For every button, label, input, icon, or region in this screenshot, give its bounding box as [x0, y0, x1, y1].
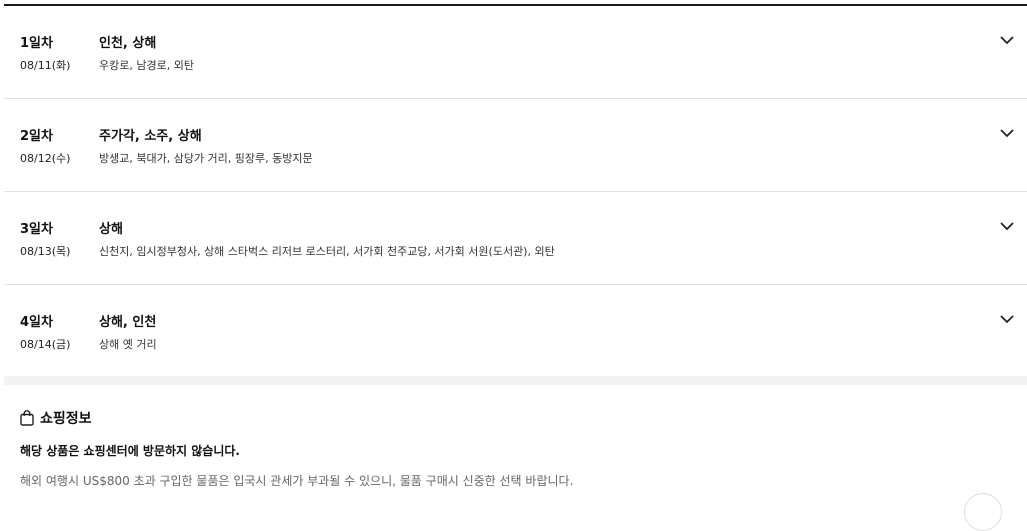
shopping-title: 쇼핑정보 — [40, 411, 92, 427]
day-number: 3일차 — [20, 222, 53, 237]
day-row-2[interactable]: 2일차 08/12(수) 주가각, 소주, 상해 방생교, 북대가, 삼당가 거… — [4, 99, 1027, 192]
day-number: 4일차 — [20, 315, 53, 330]
chevron-down-icon[interactable] — [999, 32, 1015, 48]
chevron-down-icon[interactable] — [999, 125, 1015, 141]
day-row-1[interactable]: 1일차 08/11(화) 인천, 상해 우캉로, 남경로, 외탄 — [4, 6, 1027, 99]
day-spots: 방생교, 북대가, 삼당가 거리, 핑장루, 동방지문 — [99, 152, 313, 165]
day-row-4[interactable]: 4일차 08/14(금) 상해, 인천 상해 옛 거리 — [4, 285, 1027, 378]
day-cities: 인천, 상해 — [99, 36, 157, 51]
shopping-description: 해외 여행시 US$800 초과 구입한 물품은 입국시 관세가 부과될 수 있… — [20, 474, 574, 488]
shopping-header: 쇼핑정보 — [20, 408, 92, 428]
scroll-top-button[interactable] — [964, 493, 1002, 531]
day-spots: 우캉로, 남경로, 외탄 — [99, 59, 194, 72]
shopping-info-section: 쇼핑정보 해당 상품은 쇼핑센터에 방문하지 않습니다. 해외 여행시 US$8… — [4, 385, 1027, 497]
day-number: 2일차 — [20, 129, 53, 144]
shopping-bag-icon — [20, 410, 34, 426]
chevron-down-icon[interactable] — [999, 218, 1015, 234]
day-spots: 상해 옛 거리 — [99, 338, 157, 351]
day-cities: 주가각, 소주, 상해 — [99, 129, 202, 144]
day-date: 08/13(목) — [20, 245, 71, 258]
day-cities: 상해 — [99, 222, 123, 237]
day-cities: 상해, 인천 — [99, 315, 157, 330]
day-row-3[interactable]: 3일차 08/13(목) 상해 신천지, 임시정부청사, 상해 스타벅스 리저브… — [4, 192, 1027, 285]
itinerary-list: 1일차 08/11(화) 인천, 상해 우캉로, 남경로, 외탄 2일차 08/… — [4, 6, 1027, 378]
day-date: 08/11(화) — [20, 59, 71, 72]
day-date: 08/14(금) — [20, 338, 71, 351]
shopping-notice: 해당 상품은 쇼핑센터에 방문하지 않습니다. — [20, 444, 240, 458]
day-date: 08/12(수) — [20, 152, 71, 165]
day-spots: 신천지, 임시정부청사, 상해 스타벅스 리저브 로스터리, 서가회 천주교당,… — [99, 245, 555, 258]
chevron-down-icon[interactable] — [999, 311, 1015, 327]
day-number: 1일차 — [20, 36, 53, 51]
section-separator — [4, 376, 1027, 385]
